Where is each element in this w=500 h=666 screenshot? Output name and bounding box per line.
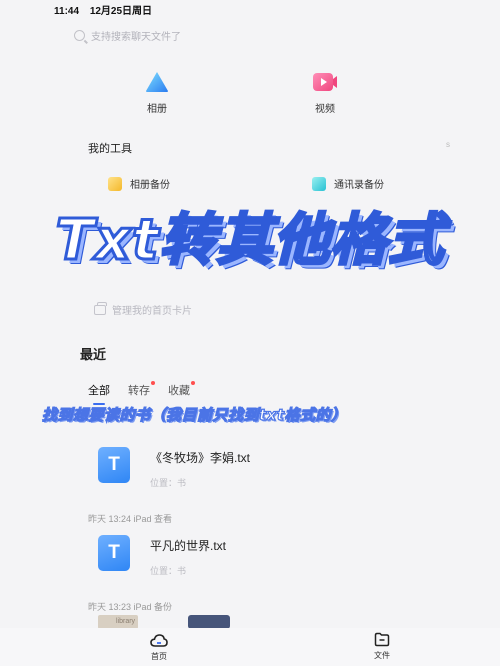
- contacts-backup-label: 通讯录备份: [334, 180, 384, 191]
- file-name: 《冬牧场》李娟.txt: [150, 451, 251, 465]
- cards-icon: [94, 301, 107, 315]
- search-icon: [74, 30, 85, 41]
- contacts-backup-button[interactable]: 通讯录备份: [312, 176, 384, 191]
- status-date: 12月25日周日: [89, 6, 153, 17]
- recent-tabs: 全部 转存 收藏: [88, 381, 195, 405]
- unread-dot: [151, 381, 155, 385]
- album-backup-label: 相册备份: [130, 180, 170, 191]
- video-icon: [313, 73, 337, 91]
- album-backup-button[interactable]: 相册备份: [108, 176, 170, 191]
- nav-home[interactable]: 首页: [139, 632, 179, 662]
- backup-thumbnails[interactable]: library: [98, 615, 230, 629]
- manage-cards-button[interactable]: 管理我的首页卡片: [94, 301, 192, 317]
- video-button[interactable]: 视频: [295, 70, 355, 115]
- tools-section-title: 我的工具: [88, 143, 132, 155]
- thumbnail-image[interactable]: [188, 615, 230, 629]
- file-item[interactable]: T 《冬牧场》李娟.txt 位置：书: [98, 447, 250, 489]
- overlay-title: Txt转其他格式: [54, 207, 445, 275]
- file-name: 平凡的世界.txt: [150, 539, 227, 553]
- txt-file-icon: T: [98, 535, 130, 571]
- tools-more[interactable]: s: [446, 140, 450, 149]
- status-time: 11:44: [54, 6, 80, 17]
- tab-saved[interactable]: 转存: [128, 381, 155, 398]
- file-location: 位置：书: [150, 478, 187, 488]
- nav-files-label: 文件: [374, 651, 390, 660]
- nav-files[interactable]: 文件: [362, 632, 402, 661]
- file-location: 位置：书: [150, 566, 187, 576]
- contacts-backup-icon: [312, 176, 326, 191]
- video-label: 视频: [315, 104, 335, 115]
- file-meta: 昨天 13:24 iPad 查看: [88, 514, 173, 524]
- recent-title: 最近: [80, 347, 107, 362]
- manage-cards-label: 管理我的首页卡片: [112, 306, 192, 317]
- overlay-note: 找到想要读的书（我目前只找到txt格式的）: [41, 405, 347, 424]
- txt-file-icon: T: [98, 447, 130, 483]
- status-bar: 11:44 12月25日周日: [54, 2, 160, 17]
- unread-dot: [191, 381, 195, 385]
- tab-all[interactable]: 全部: [88, 382, 110, 405]
- search-placeholder: 支持搜索聊天文件了: [91, 32, 181, 43]
- tab-favorites[interactable]: 收藏: [168, 381, 195, 398]
- file-item[interactable]: T 平凡的世界.txt 位置：书: [98, 535, 226, 577]
- cloud-home-icon: [150, 634, 168, 647]
- file-meta: 昨天 13:23 iPad 备份: [88, 602, 173, 612]
- thumbnail-image[interactable]: library: [98, 615, 138, 629]
- album-triangle-icon: [146, 72, 168, 92]
- folder-icon: [374, 632, 390, 647]
- album-button[interactable]: 相册: [127, 70, 187, 115]
- nav-home-label: 首页: [151, 652, 167, 661]
- album-backup-icon: [108, 176, 122, 191]
- bottom-nav: 首页 文件: [0, 628, 500, 666]
- search-bar[interactable]: 支持搜索聊天文件了: [74, 28, 181, 43]
- album-label: 相册: [147, 104, 167, 115]
